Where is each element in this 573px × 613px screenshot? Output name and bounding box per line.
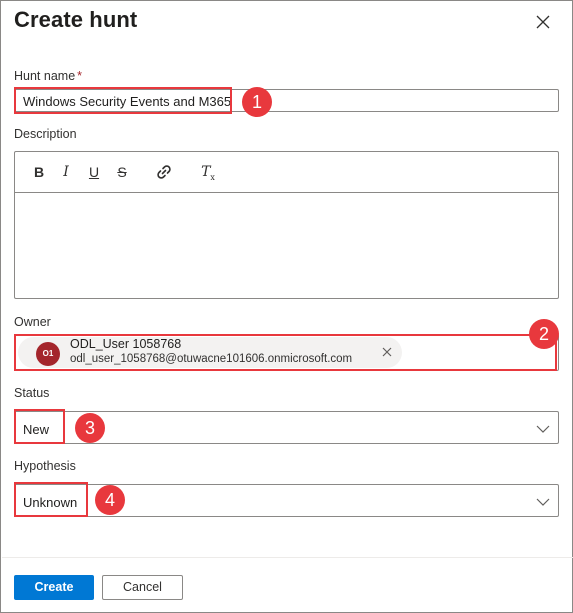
annotation-marker-4: 4 <box>95 485 125 515</box>
required-marker: * <box>77 69 83 83</box>
owner-email: odl_user_1058768@otuwacne101606.onmicros… <box>70 353 353 365</box>
hypothesis-value: Unknown <box>23 495 78 510</box>
status-label: Status <box>14 386 50 400</box>
description-textarea[interactable] <box>15 194 558 298</box>
annotation-marker-2: 2 <box>529 319 559 349</box>
create-hunt-dialog: Create hunt Hunt name * Windows Security … <box>0 0 573 613</box>
chevron-down-icon <box>536 422 550 436</box>
clear-format-icon[interactable]: Tx <box>198 162 218 182</box>
owner-persona: O1 ODL_User 1058768 odl_user_1058768@otu… <box>18 337 402 368</box>
description-toolbar: B I U S Tx <box>15 152 558 193</box>
clear-format-glyph: T <box>201 164 211 180</box>
create-button[interactable]: Create <box>14 575 94 600</box>
dialog-title: Create hunt <box>14 7 138 32</box>
owner-name: ODL_User 1058768 <box>70 337 182 351</box>
annotation-marker-1: 1 <box>242 87 272 117</box>
status-value: New <box>23 422 50 437</box>
footer-divider <box>2 557 573 558</box>
avatar: O1 <box>36 342 60 366</box>
hunt-name-label: Hunt name * <box>14 69 82 83</box>
hunt-name-label-text: Hunt name <box>14 69 76 83</box>
close-icon[interactable] <box>532 11 554 33</box>
chevron-down-icon <box>536 495 550 509</box>
description-editor: B I U S Tx <box>14 151 559 299</box>
italic-icon[interactable]: I <box>56 162 76 182</box>
description-label: Description <box>14 127 77 141</box>
hunt-name-input[interactable]: Windows Security Events and M365 <box>14 89 559 112</box>
hunt-name-value: Windows Security Events and M365 <box>23 94 232 109</box>
underline-icon[interactable]: U <box>84 162 104 182</box>
strikethrough-icon[interactable]: S <box>112 162 132 182</box>
annotation-marker-3: 3 <box>75 413 105 443</box>
link-icon[interactable] <box>154 162 174 182</box>
cancel-button[interactable]: Cancel <box>102 575 183 600</box>
remove-owner-icon[interactable] <box>381 346 393 358</box>
owner-picker[interactable]: O1 ODL_User 1058768 odl_user_1058768@otu… <box>14 334 559 371</box>
hypothesis-label: Hypothesis <box>14 459 76 473</box>
owner-label: Owner <box>14 315 51 329</box>
bold-icon[interactable]: B <box>29 162 49 182</box>
